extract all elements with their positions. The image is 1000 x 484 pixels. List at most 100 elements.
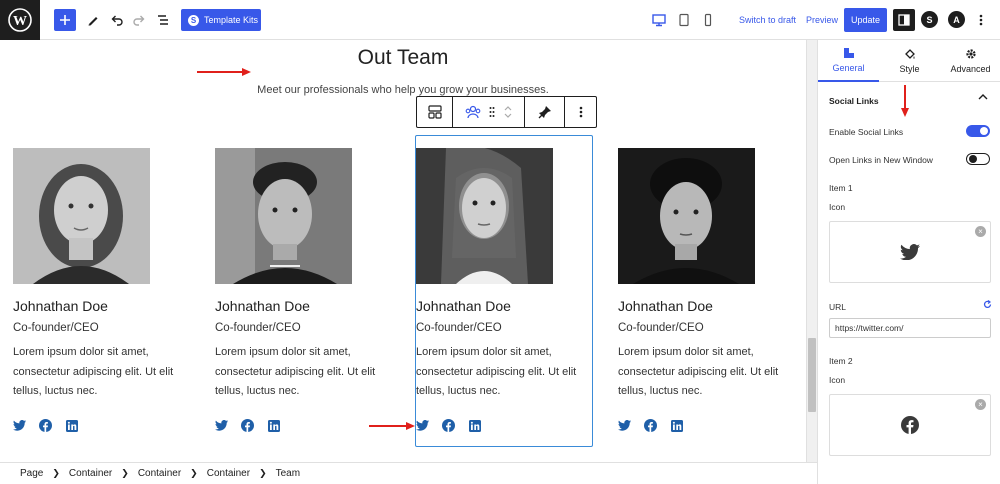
member-role[interactable]: Co-founder/CEO [215, 322, 375, 334]
update-button[interactable]: Update [844, 8, 887, 32]
breadcrumb-item[interactable]: Container [207, 468, 250, 479]
url-input[interactable] [829, 318, 991, 338]
move-up-down-icon[interactable] [503, 104, 513, 120]
tablet-view-icon[interactable] [673, 9, 695, 31]
red-arrow-annotation [197, 68, 251, 76]
pin-icon[interactable] [525, 97, 565, 127]
member-name[interactable]: Johnathan Doe [618, 298, 778, 314]
member-photo [215, 148, 352, 284]
reset-icon[interactable] [983, 300, 992, 309]
item-2-icon-picker[interactable]: × [829, 394, 991, 456]
redo-icon[interactable] [128, 9, 150, 31]
plugin-s-icon[interactable]: S [921, 11, 938, 28]
chevron-right-icon: ❯ [121, 468, 129, 478]
item-1-icon-picker[interactable]: × [829, 221, 991, 283]
url-label: URL [829, 302, 847, 312]
twitter-icon[interactable] [618, 419, 631, 432]
block-toolbar [416, 96, 597, 128]
member-bio[interactable]: Lorem ipsum dolor sit amet, consectetur … [215, 343, 380, 402]
breadcrumb-item[interactable]: Container [138, 468, 181, 479]
editor-canvas[interactable]: Out Team Meet our professionals who help… [0, 40, 806, 462]
chevron-right-icon: ❯ [259, 468, 267, 478]
facebook-icon[interactable] [442, 419, 455, 432]
page-subtitle[interactable]: Meet our professionals who help you grow… [0, 84, 806, 96]
block-options-icon[interactable] [565, 97, 596, 127]
sidebar-tabs: General Style Advanced [818, 40, 1000, 82]
item-1-label: Item 1 [829, 183, 853, 193]
tab-style[interactable]: Style [879, 40, 940, 82]
canvas-scrollbar-thumb[interactable] [808, 338, 816, 412]
member-name[interactable]: Johnathan Doe [13, 298, 173, 314]
more-options-icon[interactable] [970, 9, 992, 31]
member-role[interactable]: Co-founder/CEO [416, 322, 576, 334]
member-bio[interactable]: Lorem ipsum dolor sit amet, consectetur … [618, 343, 783, 402]
preview-link[interactable]: Preview [806, 15, 838, 25]
member-bio[interactable]: Lorem ipsum dolor sit amet, consectetur … [13, 343, 178, 402]
astra-icon[interactable]: A [948, 11, 965, 28]
template-kits-button[interactable]: S Template Kits [181, 9, 261, 31]
style-icon [904, 49, 915, 59]
team-member-card[interactable]: Johnathan Doe Co-founder/CEO Lorem ipsum… [215, 148, 375, 432]
linkedin-icon[interactable] [468, 419, 481, 432]
member-name[interactable]: Johnathan Doe [215, 298, 375, 314]
tab-advanced[interactable]: Advanced [940, 40, 1000, 82]
add-block-button[interactable] [54, 9, 76, 31]
item-2-label: Item 2 [829, 356, 853, 366]
breadcrumb-item-current[interactable]: Team [276, 468, 300, 479]
list-view-icon[interactable] [152, 9, 174, 31]
editor-top-toolbar: W S Template Kits Switch to draft Previe… [0, 0, 1000, 40]
wordpress-logo-icon[interactable]: W [0, 0, 40, 40]
template-kits-label: Template Kits [204, 15, 259, 25]
general-icon [843, 48, 854, 58]
mobile-view-icon[interactable] [697, 9, 719, 31]
twitter-icon[interactable] [416, 419, 429, 432]
facebook-icon[interactable] [39, 419, 52, 432]
edit-pen-icon[interactable] [82, 9, 104, 31]
team-icon[interactable] [465, 105, 481, 119]
linkedin-icon[interactable] [65, 419, 78, 432]
member-name[interactable]: Johnathan Doe [416, 298, 576, 314]
social-links-section-title[interactable]: Social Links [829, 96, 879, 106]
enable-social-links-toggle[interactable] [966, 125, 990, 137]
page-title[interactable]: Out Team [0, 46, 806, 70]
breadcrumb-item[interactable]: Container [69, 468, 112, 479]
social-links [215, 419, 280, 432]
open-new-window-label: Open Links in New Window [829, 155, 933, 165]
settings-panel-toggle-icon[interactable] [893, 9, 915, 31]
social-links [13, 419, 78, 432]
clear-icon[interactable]: × [975, 399, 986, 410]
facebook-icon[interactable] [241, 419, 254, 432]
twitter-icon[interactable] [215, 419, 228, 432]
social-links [416, 419, 481, 432]
block-type-icon[interactable] [417, 97, 453, 127]
facebook-icon[interactable] [644, 419, 657, 432]
red-arrow-annotation [901, 85, 909, 117]
open-new-window-toggle[interactable] [966, 153, 990, 165]
member-photo [13, 148, 150, 284]
drag-handle-icon[interactable] [489, 106, 495, 118]
member-bio[interactable]: Lorem ipsum dolor sit amet, consectetur … [416, 343, 581, 402]
team-member-card[interactable]: Johnathan Doe Co-founder/CEO Lorem ipsum… [13, 148, 173, 432]
team-member-card[interactable]: Johnathan Doe Co-founder/CEO Lorem ipsum… [618, 148, 778, 432]
team-member-card-selected[interactable]: Johnathan Doe Co-founder/CEO Lorem ipsum… [416, 148, 576, 432]
switch-to-draft-link[interactable]: Switch to draft [739, 15, 796, 25]
item-2-icon-label: Icon [829, 375, 846, 385]
breadcrumb-item[interactable]: Page [20, 468, 43, 479]
chevron-right-icon: ❯ [190, 468, 198, 478]
member-photo [416, 148, 553, 284]
facebook-icon [901, 416, 919, 434]
twitter-icon[interactable] [13, 419, 26, 432]
linkedin-icon[interactable] [670, 419, 683, 432]
desktop-view-icon[interactable] [648, 9, 670, 31]
linkedin-icon[interactable] [267, 419, 280, 432]
member-role[interactable]: Co-founder/CEO [13, 322, 173, 334]
undo-icon[interactable] [106, 9, 128, 31]
enable-social-links-label: Enable Social Links [829, 127, 904, 137]
svg-text:W: W [13, 14, 27, 29]
clear-icon[interactable]: × [975, 226, 986, 237]
member-role[interactable]: Co-founder/CEO [618, 322, 778, 334]
chevron-right-icon: ❯ [52, 468, 60, 478]
chevron-up-icon[interactable] [978, 93, 988, 101]
twitter-icon [900, 244, 920, 260]
tab-general[interactable]: General [818, 40, 879, 82]
